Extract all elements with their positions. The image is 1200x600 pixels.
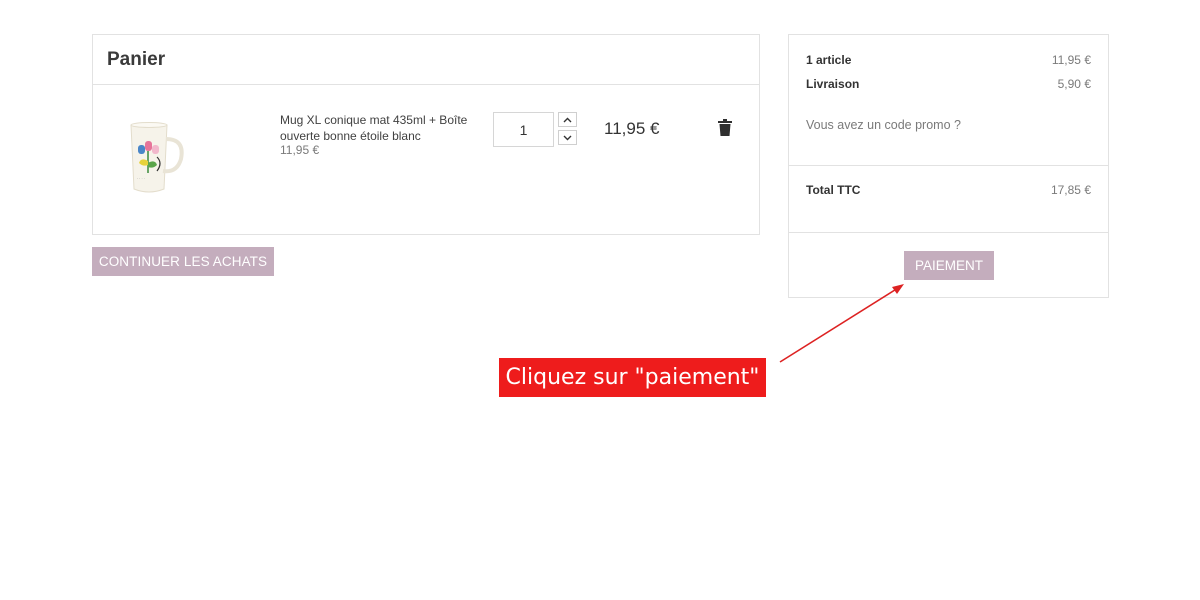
cart-panel: Panier . . . . Mug XL conique mat 435ml … <box>92 34 760 235</box>
articles-label: 1 article <box>806 53 852 67</box>
promo-code-link[interactable]: Vous avez un code promo ? <box>806 118 961 132</box>
annotation-callout: Cliquez sur "paiement" <box>499 358 766 397</box>
quantity-input[interactable] <box>493 112 554 147</box>
chevron-up-icon <box>563 117 572 122</box>
summary-divider <box>789 232 1108 233</box>
svg-text:. . . .: . . . . <box>137 175 145 180</box>
trash-icon[interactable] <box>718 119 732 136</box>
shipping-value: 5,90 € <box>1057 77 1091 91</box>
product-name[interactable]: Mug XL conique mat 435ml + Boîte ouverte… <box>280 112 470 144</box>
order-summary-panel: 1 article 11,95 € Livraison 5,90 € Vous … <box>788 34 1109 298</box>
quantity-decrease-button[interactable] <box>558 130 577 145</box>
articles-value: 11,95 € <box>1051 53 1091 67</box>
continue-shopping-button[interactable]: CONTINUER LES ACHATS <box>92 247 274 276</box>
mug-product-image[interactable]: . . . . <box>123 121 191 195</box>
summary-shipping-row: Livraison 5,90 € <box>806 77 1091 91</box>
product-line-total: 11,95 € <box>604 119 660 138</box>
cart-title: Panier <box>107 49 166 70</box>
summary-total-row: Total TTC 17,85 € <box>806 183 1091 197</box>
summary-articles-row: 1 article 11,95 € <box>806 53 1091 67</box>
chevron-down-icon <box>563 135 572 140</box>
total-label: Total TTC <box>806 183 861 197</box>
cart-divider <box>93 84 759 85</box>
total-value: 17,85 € <box>1050 183 1091 197</box>
summary-divider <box>789 165 1108 166</box>
shipping-label: Livraison <box>806 77 860 91</box>
quantity-increase-button[interactable] <box>558 112 577 127</box>
payment-button[interactable]: PAIEMENT <box>904 251 994 280</box>
product-unit-price: 11,95 € <box>280 143 320 157</box>
